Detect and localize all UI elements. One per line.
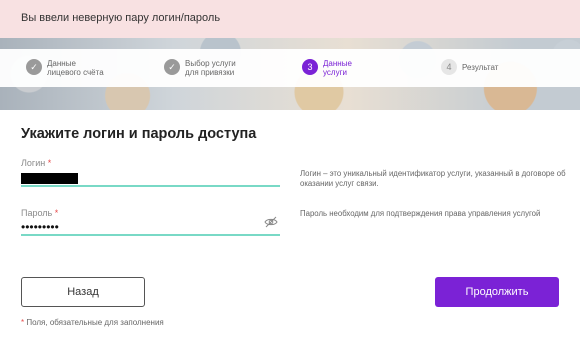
continue-button[interactable]: Продолжить (435, 277, 559, 307)
required-fields-note: * Поля, обязательные для заполнения (21, 318, 164, 327)
password-hint: Пароль необходим для подтверждения права… (300, 209, 541, 218)
step-service-data: 3 Данные услуги (302, 59, 352, 77)
error-banner: Вы ввели неверную пару логин/пароль (0, 0, 580, 38)
step-number: 3 (302, 59, 318, 75)
step-account-data: ✓ Данные лицевого счёта (26, 59, 104, 77)
page-title: Укажите логин и пароль доступа (21, 126, 257, 142)
step-label: Результат (462, 63, 499, 72)
login-label: Логин * (21, 158, 52, 168)
error-message: Вы ввели неверную пару логин/пароль (21, 12, 221, 24)
password-input[interactable]: ••••••••• (21, 220, 59, 234)
login-input[interactable] (21, 173, 78, 184)
step-result: 4 Результат (441, 59, 498, 75)
check-icon: ✓ (164, 59, 180, 75)
form-card (0, 110, 580, 348)
check-icon: ✓ (26, 59, 42, 75)
password-underline (21, 234, 280, 236)
eye-slash-icon[interactable] (264, 216, 278, 228)
step-number: 4 (441, 59, 457, 75)
login-hint: Логин – это уникальный идентификатор усл… (300, 169, 566, 188)
step-service-choice: ✓ Выбор услуги для привязки (164, 59, 236, 77)
progress-steps: ✓ Данные лицевого счёта ✓ Выбор услуги д… (0, 49, 580, 87)
step-label: Выбор услуги для привязки (185, 59, 236, 77)
back-button[interactable]: Назад (21, 277, 145, 307)
step-label: Данные лицевого счёта (47, 59, 104, 77)
password-label: Пароль * (21, 208, 59, 218)
login-underline (21, 185, 280, 187)
step-label: Данные услуги (323, 59, 352, 77)
